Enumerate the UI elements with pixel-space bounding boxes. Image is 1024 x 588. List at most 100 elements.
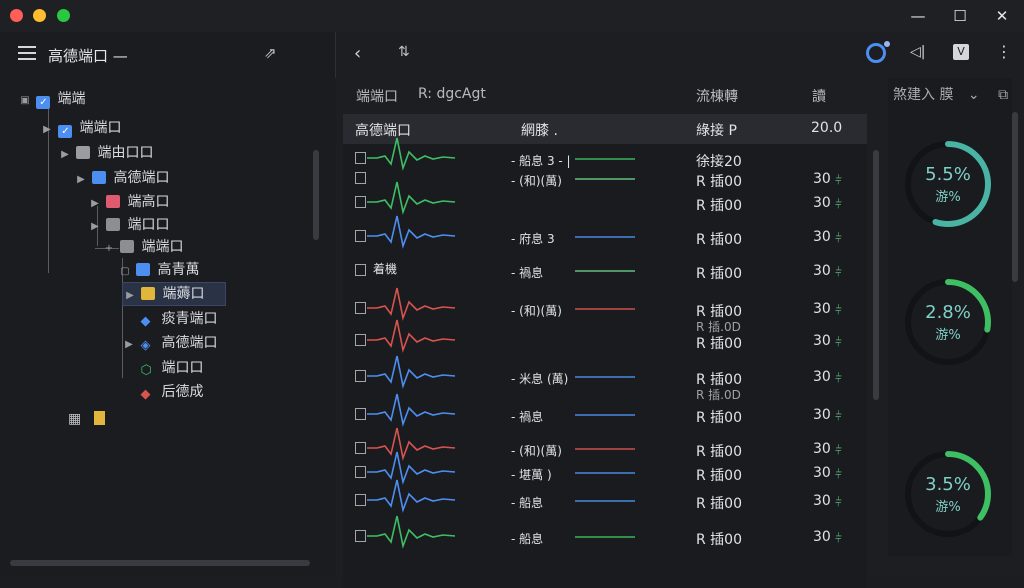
metrics-header[interactable]: 煞建入 膜 ⌄ ⧉ bbox=[893, 84, 1008, 104]
row-number: 30 bbox=[813, 529, 831, 545]
window-close-button[interactable]: ✕ bbox=[990, 6, 1014, 26]
sidebar-scrollbar[interactable] bbox=[313, 150, 319, 240]
chevron-down-icon[interactable]: ⌄ bbox=[968, 87, 980, 103]
plus-icon[interactable]: + bbox=[102, 238, 116, 260]
tree-item[interactable]: ◆ 后德成 bbox=[122, 381, 203, 403]
file-icon bbox=[355, 530, 366, 542]
hamburger-menu-icon[interactable] bbox=[18, 46, 36, 60]
row-label: 着機 bbox=[373, 262, 398, 276]
folder-icon bbox=[106, 195, 121, 208]
signal-icon: ⫩ bbox=[835, 467, 842, 481]
signal-icon: ⫩ bbox=[835, 335, 842, 349]
signal-icon: ⫩ bbox=[835, 495, 842, 509]
window-restore-button[interactable]: ☐ bbox=[948, 6, 972, 26]
tree-item-label: 端端 bbox=[57, 91, 86, 107]
tree-item[interactable]: + 端端口 bbox=[102, 236, 184, 260]
grid-icon[interactable]: ▦ bbox=[68, 411, 81, 427]
tree-item[interactable]: ▶ 端高口 bbox=[88, 191, 169, 213]
chevron-right-icon[interactable]: ▶ bbox=[74, 169, 88, 191]
document-icon[interactable] bbox=[93, 411, 105, 425]
tree-item[interactable]: ⬡ 端口口 bbox=[122, 357, 203, 379]
row-status: R 插00 bbox=[696, 174, 742, 190]
gauge-value: 5.5% bbox=[925, 164, 971, 185]
column-header-sub[interactable]: R: dgcAgt bbox=[418, 86, 486, 102]
mini-wave-icon bbox=[575, 236, 635, 238]
table-row[interactable]: - 船息 R 插00 30 ⫩ bbox=[343, 515, 867, 554]
tree-item-label: 端高口 bbox=[127, 194, 170, 210]
more-vertical-icon[interactable]: ⋮ bbox=[996, 42, 1012, 61]
mini-wave-icon bbox=[575, 472, 635, 474]
shield-icon: ⬡ bbox=[140, 363, 152, 378]
tree-item-label: 高德端口 bbox=[161, 335, 218, 351]
share-icon[interactable]: ⇗ bbox=[264, 44, 277, 62]
tree-item[interactable]: ▶ 端由口口 bbox=[58, 142, 153, 164]
split-arrows-icon[interactable]: ⇅ bbox=[398, 44, 410, 60]
chevron-right-icon[interactable]: ▶ bbox=[40, 119, 54, 141]
signal-icon: ⫩ bbox=[835, 531, 842, 545]
row-number: 30 bbox=[813, 301, 831, 317]
column-header-name[interactable]: 端端口 bbox=[356, 86, 398, 106]
audio-icon[interactable]: ◁| bbox=[910, 44, 925, 60]
folder-icon bbox=[141, 287, 156, 300]
row-number: 30 bbox=[813, 195, 831, 211]
file-icon bbox=[76, 146, 91, 159]
sidebar-horizontal-scrollbar[interactable] bbox=[10, 560, 310, 566]
metrics-scrollbar[interactable] bbox=[1012, 112, 1018, 282]
row-status: R 插00 bbox=[696, 468, 742, 484]
signal-icon: ⫩ bbox=[835, 409, 842, 423]
folder-icon bbox=[136, 263, 151, 276]
column-header-flow[interactable]: 流棟轉 bbox=[696, 86, 738, 106]
notification-dot bbox=[884, 41, 890, 47]
table-row[interactable]: - 府息 3 R 插00 30 ⫩ bbox=[343, 215, 867, 254]
code-icon: ◈ bbox=[140, 338, 151, 353]
tree-item-label: 端端口 bbox=[79, 120, 122, 136]
tree-item-selected[interactable]: ▶ 端薅口 bbox=[122, 282, 226, 306]
mini-wave-icon bbox=[575, 158, 635, 160]
left-sidebar: 高德端口 — ⇗ ▣ ✓ 端端 ▶ ✓ 端端口 ▶ 端由口口 ▶ 高德端口 ▶ 端高… bbox=[0, 32, 335, 576]
tree-item-label: 端薅口 bbox=[162, 286, 205, 302]
tree-item[interactable]: ▶ 高德端口 bbox=[74, 167, 169, 189]
tree-item[interactable]: ▶ 端口口 bbox=[88, 214, 169, 236]
row-number: 30 bbox=[813, 441, 831, 457]
waveform-icon bbox=[367, 515, 456, 549]
sidebar-title: 高德端口 — bbox=[48, 47, 128, 65]
chevron-right-icon[interactable]: ▶ bbox=[58, 144, 72, 166]
checkbox-checked-icon[interactable]: ✓ bbox=[36, 96, 51, 109]
checkbox-checked-icon[interactable]: ✓ bbox=[58, 125, 73, 138]
mini-wave-icon bbox=[575, 376, 635, 378]
row-detail: - 船息 bbox=[511, 532, 544, 546]
row-number: 30 bbox=[813, 465, 831, 481]
file-icon bbox=[355, 370, 366, 382]
chevron-right-icon[interactable]: ▶ bbox=[123, 285, 137, 307]
row-number: 30 bbox=[813, 229, 831, 245]
column-header-extra[interactable]: 讀 bbox=[812, 86, 826, 106]
signal-icon: ⫩ bbox=[835, 265, 842, 279]
external-link-icon[interactable]: ⧉ bbox=[998, 87, 1008, 103]
percentage-gauge: 2.8% 游% bbox=[902, 276, 994, 368]
chevron-right-icon[interactable]: ▶ bbox=[88, 193, 102, 215]
tree-item-root[interactable]: ▣ ✓ 端端 bbox=[18, 88, 85, 110]
back-chevron-icon[interactable]: ‹ bbox=[354, 43, 361, 64]
tree-item[interactable]: ◆ 痰青端口 bbox=[122, 308, 217, 330]
tree-item[interactable]: ▢ 高青萬 bbox=[118, 259, 199, 281]
status-ring-icon[interactable] bbox=[866, 43, 886, 63]
row-detail: - 禍息 bbox=[511, 266, 544, 280]
tree-item[interactable]: ▶ ◈ 高德端口 bbox=[122, 332, 217, 354]
file-icon bbox=[355, 230, 366, 242]
waveform-icon bbox=[367, 319, 456, 353]
collapse-icon[interactable]: ▣ bbox=[18, 90, 32, 112]
window-minimize-button[interactable]: — bbox=[906, 6, 930, 26]
row-detail: - 船息 bbox=[511, 496, 544, 510]
close-traffic-light[interactable] bbox=[10, 9, 23, 22]
tree-item[interactable]: ▶ ✓ 端端口 bbox=[40, 117, 121, 139]
maximize-traffic-light[interactable] bbox=[57, 9, 70, 22]
tree-item-label: 高德端口 bbox=[113, 170, 170, 186]
minimize-traffic-light[interactable] bbox=[33, 9, 46, 22]
table-scrollbar[interactable] bbox=[873, 150, 879, 400]
chevron-right-icon[interactable]: ▶ bbox=[122, 334, 136, 356]
chevron-right-icon[interactable]: ▶ bbox=[88, 216, 102, 238]
tree-item-label: 后德成 bbox=[161, 384, 204, 400]
shield-icon[interactable]: V bbox=[953, 44, 969, 60]
tree-item-label: 端口口 bbox=[127, 217, 170, 233]
row-number: 30 bbox=[813, 369, 831, 385]
